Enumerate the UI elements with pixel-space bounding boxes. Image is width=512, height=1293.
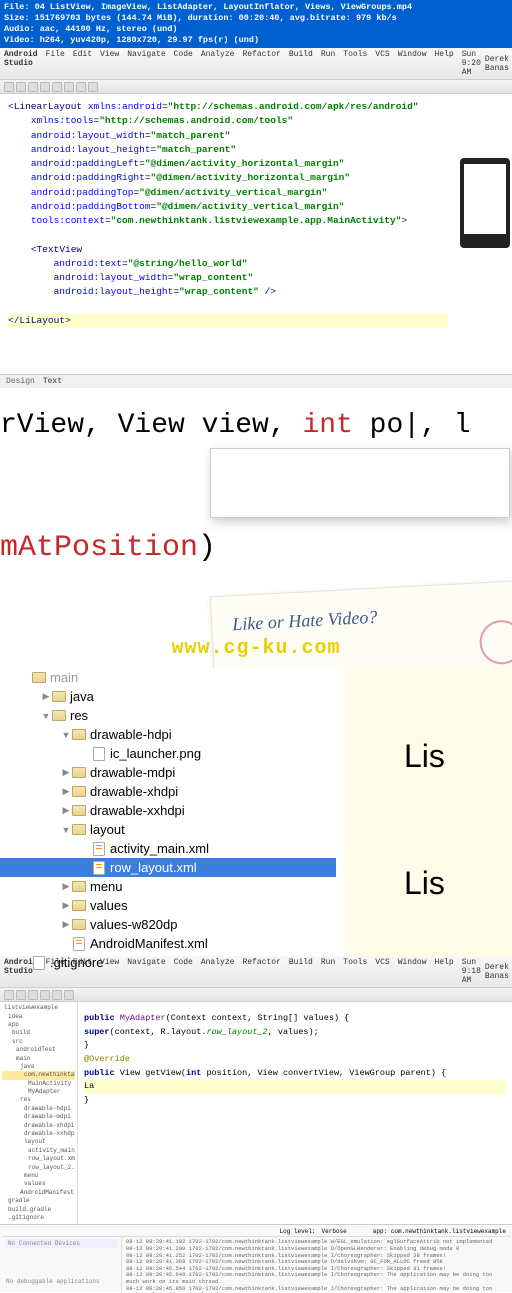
toolbar-icon[interactable]	[64, 82, 74, 92]
xml-editor[interactable]: <LinearLayout xmlns:android="http://sche…	[0, 94, 456, 374]
video-info-overlay: File: 04 ListView, ImageView, ListAdapte…	[0, 0, 512, 48]
menu-analyze[interactable]: Analyze	[201, 958, 235, 985]
tree-folder-layout[interactable]: ▼layout	[0, 820, 336, 839]
user-name: Derek Banas	[485, 963, 509, 981]
menu-run[interactable]: Run	[321, 958, 335, 985]
toolbar-icon[interactable]	[4, 990, 14, 1000]
tree-folder-java[interactable]: ▶java	[0, 687, 336, 706]
menu-tools[interactable]: Tools	[343, 50, 367, 77]
log-level-select[interactable]: Verbose	[322, 1228, 347, 1235]
toolbar-icon[interactable]	[76, 82, 86, 92]
tree-folder-menu[interactable]: ▶menu	[0, 877, 336, 896]
menu-vcs[interactable]: VCS	[375, 958, 389, 985]
app-filter[interactable]: app: com.newthinktank.listviewexample	[373, 1228, 506, 1235]
menu-navigate[interactable]: Navigate	[127, 50, 165, 77]
editor-tabs-bottom: Design Text	[0, 374, 512, 388]
tree-file-manifest[interactable]: AndroidManifest.xml	[0, 934, 336, 953]
menu-help[interactable]: Help	[435, 50, 454, 77]
menu-window[interactable]: Window	[398, 50, 427, 77]
toolbar-icon[interactable]	[40, 82, 50, 92]
project-tree-section: main ▶java ▼res ▼drawable-hdpi ic_launch…	[0, 668, 512, 956]
watermark: www.cg-ku.com	[171, 637, 340, 660]
menu-refactor[interactable]: Refactor	[242, 50, 280, 77]
menu-window[interactable]: Window	[398, 958, 427, 985]
clock: Sun 9:20 AM	[462, 50, 481, 77]
logcat-output[interactable]: 08-12 09:20:41.192 1702-1702/com.newthin…	[122, 1237, 510, 1293]
menu-build[interactable]: Build	[289, 958, 313, 985]
tree-folder-res[interactable]: ▼res	[0, 706, 336, 725]
menu-analyze[interactable]: Analyze	[201, 50, 235, 77]
macos-menubar: Android Studio File Edit View Navigate C…	[0, 48, 512, 80]
stamp-icon	[479, 619, 512, 665]
toolbar-icon[interactable]	[52, 990, 62, 1000]
menu-navigate[interactable]: Navigate	[127, 958, 165, 985]
no-devices-label: No Connected Devices	[6, 1239, 117, 1248]
menu-file[interactable]: File	[46, 50, 65, 77]
logcat-panel[interactable]: Log level: Verbose app: com.newthinktank…	[0, 1224, 512, 1292]
java-editor[interactable]: public MyAdapter(Context context, String…	[78, 1002, 512, 1224]
toolbar-icon[interactable]	[16, 990, 26, 1000]
menu-view[interactable]: View	[100, 958, 119, 985]
menu-refactor[interactable]: Refactor	[242, 958, 280, 985]
toolbar-icon[interactable]	[40, 990, 50, 1000]
cropped-editor: Lis Lis	[336, 668, 512, 956]
clock: Sun 9:18 AM	[462, 958, 481, 985]
toolbar-icon[interactable]	[88, 82, 98, 92]
menu-tools[interactable]: Tools	[343, 958, 367, 985]
tree-folder-drawable-mdpi[interactable]: ▶drawable-mdpi	[0, 763, 336, 782]
project-tree-small[interactable]: listviewexample idea app build src andro…	[0, 1002, 78, 1224]
menu-code[interactable]: Code	[174, 50, 193, 77]
menu-edit[interactable]: Edit	[73, 958, 92, 985]
devices-panel: No Connected Devices No debuggable appli…	[2, 1237, 122, 1293]
tab-design[interactable]: Design	[6, 377, 35, 386]
toolbar-icon[interactable]	[4, 82, 14, 92]
layout-preview-panel	[456, 94, 512, 374]
log-level-label: Log level:	[280, 1228, 316, 1235]
no-debuggable-label: No debuggable applications	[6, 1278, 117, 1285]
code-fragment-1: rView, View view, int po|, l	[0, 392, 512, 441]
tab-text[interactable]: Text	[43, 377, 62, 386]
macos-menubar-2: Android Studio File Edit View Navigate C…	[0, 956, 512, 988]
toolbar-icon[interactable]	[52, 82, 62, 92]
tree-file-row-layout[interactable]: row_layout.xml	[0, 858, 336, 877]
device-screen	[464, 164, 506, 234]
tree-file-iclauncher[interactable]: ic_launcher.png	[0, 744, 336, 763]
tree-folder-drawable-hdpi[interactable]: ▼drawable-hdpi	[0, 725, 336, 744]
autocomplete-popup[interactable]	[210, 448, 510, 518]
toolbar-icon[interactable]	[16, 82, 26, 92]
menu-edit[interactable]: Edit	[73, 50, 92, 77]
tree-folder-drawable-xxhdpi[interactable]: ▶drawable-xxhdpi	[0, 801, 336, 820]
menu-code[interactable]: Code	[174, 958, 193, 985]
ide-toolbar-2	[0, 988, 512, 1002]
tree-folder-values[interactable]: ▶values	[0, 896, 336, 915]
device-frame	[460, 158, 510, 248]
menu-help[interactable]: Help	[435, 958, 454, 985]
project-tree[interactable]: main ▶java ▼res ▼drawable-hdpi ic_launch…	[0, 668, 336, 956]
toolbar-icon[interactable]	[64, 990, 74, 1000]
ide-toolbar	[0, 80, 512, 94]
toolbar-icon[interactable]	[28, 82, 38, 92]
user-name: Derek Banas	[485, 55, 509, 73]
tree-folder-drawable-xhdpi[interactable]: ▶drawable-xhdpi	[0, 782, 336, 801]
tree-folder-main[interactable]: main	[0, 668, 336, 687]
zoomed-code-section: rView, View view, int po|, l mAtPosition…	[0, 388, 512, 668]
menu-view[interactable]: View	[100, 50, 119, 77]
menu-vcs[interactable]: VCS	[375, 50, 389, 77]
menu-run[interactable]: Run	[321, 50, 335, 77]
menu-file[interactable]: File	[46, 958, 65, 985]
toolbar-icon[interactable]	[28, 990, 38, 1000]
menu-build[interactable]: Build	[289, 50, 313, 77]
tree-file-activity-main[interactable]: activity_main.xml	[0, 839, 336, 858]
app-name: Android Studio	[4, 50, 38, 77]
tree-folder-values-w820dp[interactable]: ▶values-w820dp	[0, 915, 336, 934]
note-text: Like or Hate Video?	[211, 581, 512, 637]
